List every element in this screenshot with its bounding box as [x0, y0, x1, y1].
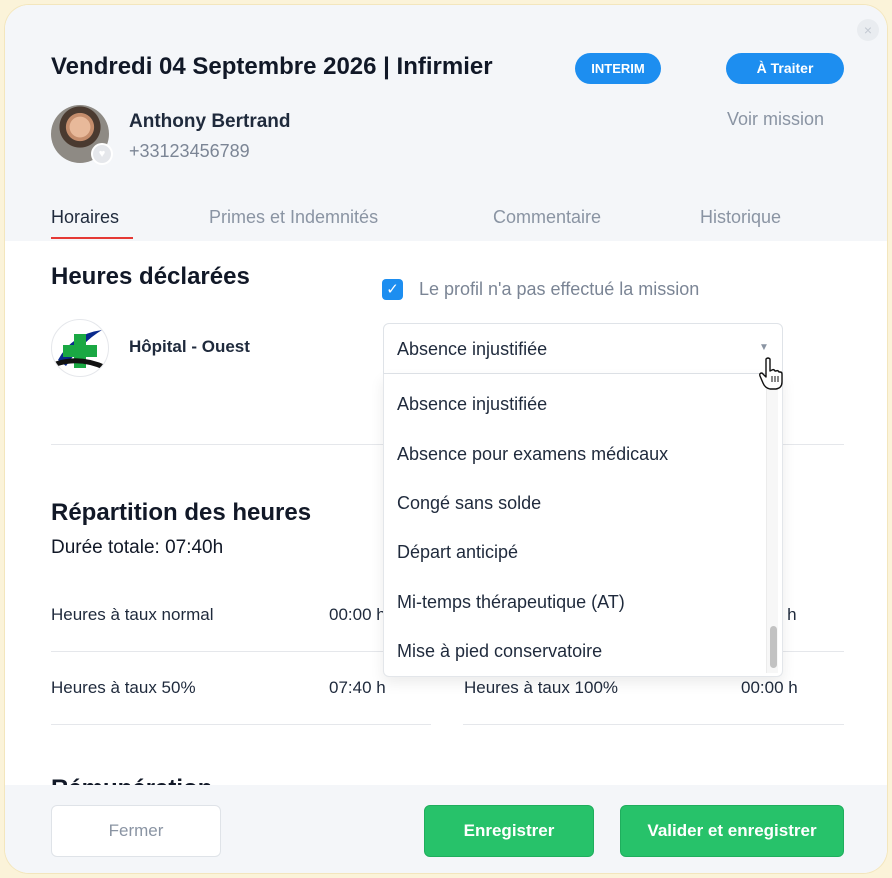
row-label-normal: Heures à taux normal: [51, 605, 214, 624]
row-label-100: Heures à taux 100%: [464, 678, 619, 697]
tab-horaires[interactable]: Horaires: [51, 207, 119, 228]
dropdown-scrollbar-thumb[interactable]: [770, 626, 777, 668]
row-label-50: Heures à taux 50%: [51, 678, 196, 697]
dropdown-option[interactable]: Absence injustifiée: [397, 394, 547, 415]
tab-historique[interactable]: Historique: [700, 207, 781, 228]
close-icon[interactable]: ×: [857, 19, 879, 41]
heures-title: Heures déclarées: [51, 263, 250, 290]
hospital-name: Hôpital - Ouest: [129, 337, 250, 356]
divider: [463, 724, 844, 725]
dropdown-option[interactable]: Mi-temps thérapeutique (AT): [397, 592, 625, 613]
divider: [51, 651, 431, 652]
divider: [51, 724, 431, 725]
fermer-button[interactable]: Fermer: [51, 805, 221, 857]
row-value-100: 00:00 h: [741, 678, 798, 697]
person-name: Anthony Bertrand: [129, 111, 291, 132]
duree-totale: Durée totale: 07:40h: [51, 537, 224, 558]
dropdown-option[interactable]: Mise à pied conservatoire: [397, 641, 602, 662]
mission-modal: × Vendredi 04 Septembre 2026 | Infirmier…: [5, 5, 887, 873]
valider-button[interactable]: Valider et enregistrer: [620, 805, 844, 857]
row-value-50: 07:40 h: [329, 678, 386, 697]
tab-primes[interactable]: Primes et Indemnités: [209, 207, 378, 228]
absence-reason-dropdown: Absence injustifiée Absence pour examens…: [383, 374, 783, 677]
enregistrer-button[interactable]: Enregistrer: [424, 805, 594, 857]
status-badge[interactable]: À Traiter: [726, 53, 844, 84]
hand-cursor-icon: [759, 357, 783, 390]
hospital-logo: [51, 319, 109, 377]
no-show-checkbox[interactable]: ✓: [382, 279, 403, 300]
page-title: Vendredi 04 Septembre 2026 | Infirmier: [51, 53, 493, 80]
absence-reason-select[interactable]: Absence injustifiée ▼: [383, 323, 783, 374]
type-badge: INTERIM: [575, 53, 661, 84]
dropdown-option[interactable]: Congé sans solde: [397, 493, 541, 514]
person-phone: +33123456789: [129, 141, 250, 161]
repartition-title: Répartition des heures: [51, 499, 312, 526]
active-tab-indicator: [51, 237, 133, 239]
chevron-down-icon: ▼: [759, 342, 769, 353]
no-show-label: Le profil n'a pas effectué la mission: [419, 279, 700, 299]
tab-commentaire[interactable]: Commentaire: [493, 207, 601, 228]
row-value-normal: 00:00 h: [329, 605, 386, 624]
select-value: Absence injustifiée: [397, 339, 548, 359]
voir-mission-link[interactable]: Voir mission: [727, 109, 824, 130]
dropdown-option[interactable]: Absence pour examens médicaux: [397, 444, 668, 465]
dropdown-option[interactable]: Départ anticipé: [397, 542, 518, 563]
heart-icon[interactable]: ♥: [91, 143, 113, 165]
